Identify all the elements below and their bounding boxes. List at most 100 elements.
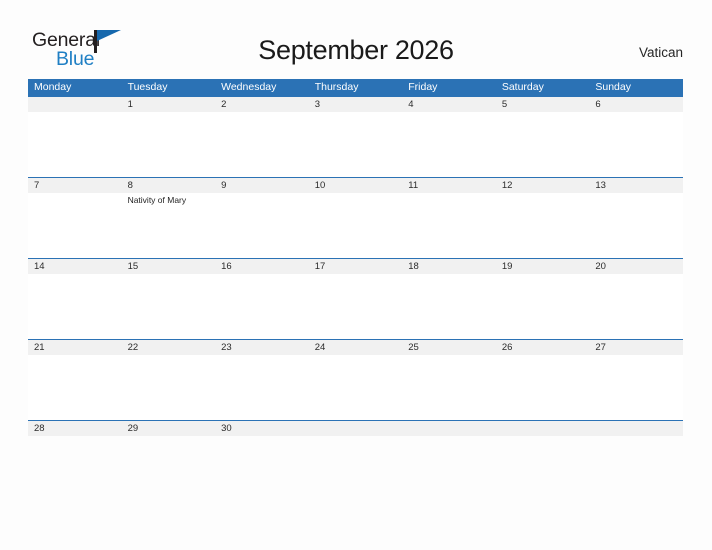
week-date-band: 1 2 3 4 5 6 — [28, 96, 683, 112]
day-number[interactable]: 9 — [215, 178, 309, 193]
week-event-band — [28, 355, 683, 420]
day-cell[interactable] — [122, 274, 216, 339]
blue-flag-triangle-icon — [97, 30, 121, 52]
day-cell[interactable] — [309, 436, 403, 501]
day-number[interactable] — [28, 97, 122, 112]
calendar-week-row: 7 8 9 10 11 12 13 Nativity of Mary — [28, 177, 683, 258]
week-event-band — [28, 274, 683, 339]
day-number[interactable]: 8 — [122, 178, 216, 193]
day-cell[interactable] — [309, 274, 403, 339]
day-cell[interactable] — [589, 436, 683, 501]
day-cell[interactable] — [309, 112, 403, 177]
calendar-week-row: 14 15 16 17 18 19 20 — [28, 258, 683, 339]
week-event-band — [28, 112, 683, 177]
day-number[interactable] — [589, 421, 683, 436]
day-number[interactable]: 16 — [215, 259, 309, 274]
day-cell[interactable] — [496, 112, 590, 177]
event-label: Nativity of Mary — [127, 195, 187, 205]
day-number[interactable]: 28 — [28, 421, 122, 436]
day-cell[interactable] — [215, 355, 309, 420]
day-number[interactable]: 25 — [402, 340, 496, 355]
page-header: General Blue September 2026 Vatican — [0, 0, 712, 78]
week-date-band: 14 15 16 17 18 19 20 — [28, 258, 683, 274]
day-cell[interactable] — [496, 274, 590, 339]
day-number[interactable] — [402, 421, 496, 436]
day-number[interactable]: 2 — [215, 97, 309, 112]
day-cell[interactable] — [496, 436, 590, 501]
day-number[interactable]: 26 — [496, 340, 590, 355]
day-number[interactable]: 11 — [402, 178, 496, 193]
day-number[interactable]: 20 — [589, 259, 683, 274]
day-number[interactable]: 13 — [589, 178, 683, 193]
weekday-wednesday: Wednesday — [221, 81, 277, 93]
day-cell[interactable] — [28, 355, 122, 420]
day-number[interactable]: 21 — [28, 340, 122, 355]
day-cell[interactable] — [309, 355, 403, 420]
day-cell[interactable] — [215, 112, 309, 177]
day-cell[interactable] — [589, 193, 683, 258]
day-cell[interactable] — [589, 112, 683, 177]
day-cell[interactable] — [402, 193, 496, 258]
day-cell[interactable] — [28, 274, 122, 339]
week-event-band: Nativity of Mary — [28, 193, 683, 258]
day-number[interactable]: 5 — [496, 97, 590, 112]
day-number[interactable]: 24 — [309, 340, 403, 355]
day-number[interactable]: 27 — [589, 340, 683, 355]
day-number[interactable]: 30 — [215, 421, 309, 436]
weekday-thursday: Thursday — [314, 81, 359, 93]
day-number[interactable]: 7 — [28, 178, 122, 193]
day-cell[interactable] — [496, 355, 590, 420]
weekday-saturday: Saturday — [501, 81, 544, 93]
day-number[interactable]: 12 — [496, 178, 590, 193]
day-number[interactable]: 29 — [122, 421, 216, 436]
day-cell[interactable] — [122, 355, 216, 420]
weekday-friday: Friday — [408, 81, 438, 93]
day-number[interactable] — [309, 421, 403, 436]
day-cell[interactable] — [402, 436, 496, 501]
week-event-band — [28, 436, 683, 501]
weekday-monday: Monday — [34, 81, 72, 93]
region-label: Vatican — [638, 45, 683, 60]
week-date-band: 7 8 9 10 11 12 13 — [28, 177, 683, 193]
day-cell[interactable] — [28, 193, 122, 258]
day-number[interactable]: 23 — [215, 340, 309, 355]
day-cell[interactable] — [589, 274, 683, 339]
week-date-band: 28 29 30 — [28, 420, 683, 436]
day-cell[interactable] — [122, 436, 216, 501]
weekday-sunday: Sunday — [595, 81, 631, 93]
calendar-grid: Monday Tuesday Wednesday Thursday Friday… — [28, 79, 683, 501]
day-number[interactable]: 22 — [122, 340, 216, 355]
day-cell[interactable] — [215, 193, 309, 258]
day-cell[interactable]: Nativity of Mary — [122, 193, 216, 258]
day-cell[interactable] — [402, 274, 496, 339]
weekday-tuesday: Tuesday — [127, 81, 168, 93]
day-number[interactable] — [496, 421, 590, 436]
day-number[interactable]: 17 — [309, 259, 403, 274]
page-title: September 2026 — [258, 35, 454, 65]
day-cell[interactable] — [402, 355, 496, 420]
day-cell[interactable] — [28, 436, 122, 501]
day-number[interactable]: 18 — [402, 259, 496, 274]
day-cell[interactable] — [496, 193, 590, 258]
day-cell[interactable] — [28, 112, 122, 177]
day-number[interactable]: 10 — [309, 178, 403, 193]
day-number[interactable]: 3 — [309, 97, 403, 112]
day-cell[interactable] — [215, 436, 309, 501]
weekday-header-row: Monday Tuesday Wednesday Thursday Friday… — [28, 79, 683, 96]
calendar-week-row: 1 2 3 4 5 6 — [28, 96, 683, 177]
day-number[interactable]: 14 — [28, 259, 122, 274]
day-number[interactable]: 1 — [122, 97, 216, 112]
day-cell[interactable] — [122, 112, 216, 177]
day-cell[interactable] — [215, 274, 309, 339]
day-cell[interactable] — [309, 193, 403, 258]
day-number[interactable]: 15 — [122, 259, 216, 274]
general-blue-logo[interactable]: General Blue — [32, 29, 142, 73]
day-number[interactable]: 4 — [402, 97, 496, 112]
day-cell[interactable] — [402, 112, 496, 177]
calendar-week-row: 21 22 23 24 25 26 27 — [28, 339, 683, 420]
day-cell[interactable] — [589, 355, 683, 420]
week-date-band: 21 22 23 24 25 26 27 — [28, 339, 683, 355]
day-number[interactable]: 6 — [589, 97, 683, 112]
day-number[interactable]: 19 — [496, 259, 590, 274]
calendar-week-row: 28 29 30 — [28, 420, 683, 501]
